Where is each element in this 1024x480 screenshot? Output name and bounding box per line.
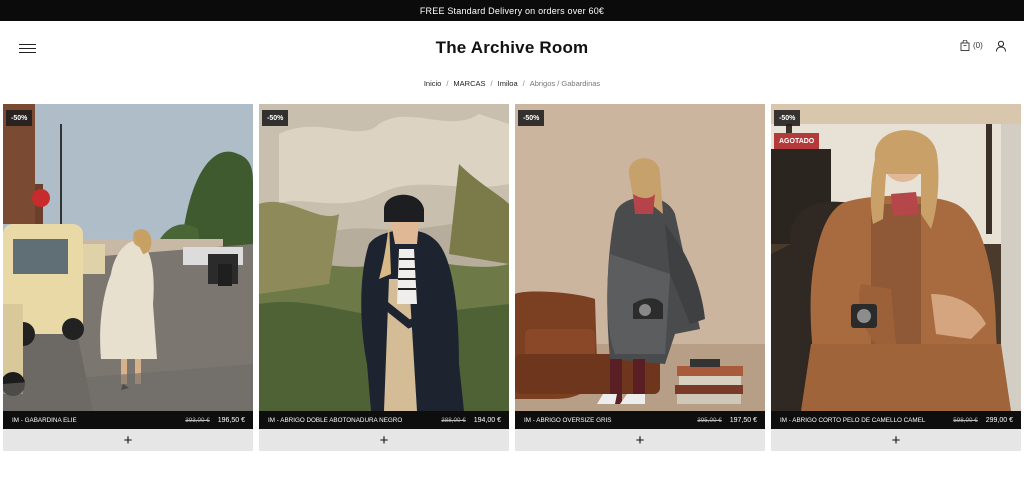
add-to-cart-button[interactable]: + xyxy=(771,429,1021,451)
soldout-badge: AGOTADO xyxy=(774,133,820,149)
breadcrumb-current: Abrigos / Gabardinas xyxy=(529,79,601,88)
product-name[interactable]: IM - ABRIGO CORTO PELO DE CAMELLO CAMEL xyxy=(780,417,953,424)
product-grid: -50% IM - GABARDINA ELIE 393,00 € 196,50… xyxy=(3,104,1021,452)
product-info-bar[interactable]: IM - ABRIGO CORTO PELO DE CAMELLO CAMEL … xyxy=(771,411,1021,429)
original-price: 395,00 € xyxy=(697,416,722,424)
user-icon[interactable] xyxy=(995,40,1007,52)
original-price: 598,00 € xyxy=(953,416,978,424)
discount-badge: -50% xyxy=(6,110,33,126)
discount-badge: -50% xyxy=(774,110,801,126)
breadcrumb-imiloa[interactable]: Imiloa xyxy=(498,79,518,88)
sale-price: 299,00 € xyxy=(985,416,1013,424)
breadcrumb: Inicio / MARCAS / Imiloa / Abrigos / Gabardina… xyxy=(0,79,1024,88)
add-to-cart-button[interactable]: + xyxy=(515,429,765,451)
breadcrumb-marcas[interactable]: MARCAS xyxy=(453,79,485,88)
product-info-bar[interactable]: IM - ABRIGO DOBLE ABOTONADURA NEGRO 388,… xyxy=(259,411,509,429)
add-to-cart-button[interactable]: + xyxy=(259,429,509,451)
shopping-bag-icon xyxy=(960,40,970,51)
promo-banner: FREE Standard Delivery on orders over 60… xyxy=(0,0,1024,21)
product-card[interactable]: -50% AGOTADO IM - ABRIGO CORTO PELO DE C… xyxy=(771,104,1021,452)
sale-price: 194,00 € xyxy=(473,416,501,424)
product-name[interactable]: IM - ABRIGO DOBLE ABOTONADURA NEGRO xyxy=(268,417,441,424)
discount-badge: -50% xyxy=(262,110,289,126)
product-info-bar[interactable]: IM - ABRIGO OVERSIZE GRIS 395,00 € 197,5… xyxy=(515,411,765,429)
breadcrumb-separator: / xyxy=(446,79,449,88)
product-image[interactable]: -50% AGOTADO xyxy=(771,104,1021,411)
promo-text: FREE Standard Delivery on orders over 60… xyxy=(419,5,605,16)
original-price: 393,00 € xyxy=(185,416,210,424)
product-image[interactable]: -50% xyxy=(515,104,765,411)
site-header: The Archive Room (0) xyxy=(0,21,1024,77)
add-to-cart-button[interactable]: + xyxy=(3,429,253,451)
product-card[interactable]: -50% IM - ABRIGO OVERSIZE GRIS 395,00 € … xyxy=(515,104,765,452)
breadcrumb-separator: / xyxy=(490,79,493,88)
product-name[interactable]: IM - GABARDINA ELIE xyxy=(12,417,185,424)
breadcrumb-inicio[interactable]: Inicio xyxy=(424,79,442,88)
breadcrumb-separator: / xyxy=(522,79,525,88)
product-name[interactable]: IM - ABRIGO OVERSIZE GRIS xyxy=(524,417,697,424)
original-price: 388,00 € xyxy=(441,416,466,424)
cart-button[interactable]: (0) xyxy=(960,40,983,51)
cart-count: (0) xyxy=(973,41,983,50)
product-image[interactable]: -50% xyxy=(3,104,253,411)
sale-price: 197,50 € xyxy=(729,416,757,424)
discount-badge: -50% xyxy=(518,110,545,126)
product-card[interactable]: -50% IM - GABARDINA ELIE 393,00 € 196,50… xyxy=(3,104,253,452)
product-info-bar[interactable]: IM - GABARDINA ELIE 393,00 € 196,50 € xyxy=(3,411,253,429)
sale-price: 196,50 € xyxy=(217,416,245,424)
product-card[interactable]: -50% IM - ABRIGO DOBLE ABOTONADURA NEGRO… xyxy=(259,104,509,452)
product-image[interactable]: -50% xyxy=(259,104,509,411)
brand-logo[interactable]: The Archive Room xyxy=(0,38,1024,58)
